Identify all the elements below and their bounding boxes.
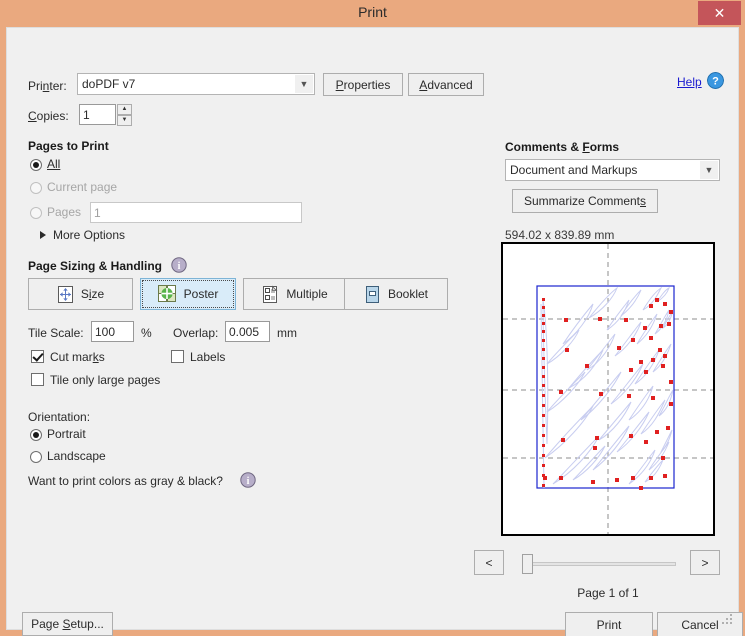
print-button[interactable]: Print bbox=[565, 612, 653, 636]
svg-text:?: ? bbox=[712, 76, 719, 88]
radio-portrait[interactable] bbox=[30, 429, 42, 441]
preview-page-render bbox=[503, 244, 713, 534]
checkbox-tile-only-large-pages[interactable] bbox=[31, 373, 44, 386]
dialog-body: Printer: doPDF v7 ▼ Properties Advanced … bbox=[6, 27, 743, 636]
mode-button-multiple[interactable]: Multiple bbox=[243, 278, 347, 310]
print-dialog: Print ✕ Printer: doPDF v7 ▼ Properties A… bbox=[0, 0, 745, 636]
mode-button-multiple-label: Multiple bbox=[286, 287, 328, 301]
page-sizing-title: Page Sizing & Handling bbox=[28, 259, 163, 273]
page-indicator: Page 1 of 1 bbox=[577, 586, 639, 600]
more-options-link[interactable]: More Options bbox=[53, 228, 125, 242]
properties-button[interactable]: Properties bbox=[323, 73, 403, 96]
resize-grip-icon[interactable] bbox=[722, 614, 733, 625]
overlap-input[interactable]: 0.005 bbox=[225, 321, 270, 342]
advanced-button[interactable]: Advanced bbox=[408, 73, 484, 96]
title-bar: Print ✕ bbox=[0, 0, 745, 27]
poster-tiles-icon bbox=[157, 285, 176, 302]
spinner-up-icon[interactable]: ▲ bbox=[117, 104, 132, 115]
chevron-down-icon: ▼ bbox=[295, 75, 313, 93]
copies-input[interactable]: 1 bbox=[79, 104, 116, 125]
copies-stepper[interactable]: ▲ ▼ bbox=[117, 104, 132, 126]
close-icon[interactable]: ✕ bbox=[698, 1, 741, 25]
page-slider-thumb[interactable] bbox=[522, 554, 533, 574]
printer-select[interactable]: doPDF v7 ▼ bbox=[77, 73, 315, 95]
radio-all[interactable] bbox=[30, 159, 42, 171]
page-slider-track[interactable] bbox=[523, 562, 676, 566]
svg-text:i: i bbox=[247, 476, 250, 487]
mode-button-booklet-label: Booklet bbox=[387, 287, 429, 301]
chevron-down-icon: ▼ bbox=[700, 161, 718, 179]
summarize-comments-button[interactable]: Summarize Comments bbox=[512, 189, 658, 213]
resize-page-icon bbox=[57, 285, 73, 303]
checkbox-cut-marks[interactable] bbox=[31, 350, 44, 363]
radio-landscape[interactable] bbox=[30, 451, 42, 463]
printer-label: Printer: bbox=[28, 79, 67, 93]
pages-to-print-title: Pages to Print bbox=[28, 139, 109, 153]
mode-button-size-label: Size bbox=[80, 287, 105, 301]
checkbox-cut-marks-label: Cut marks bbox=[50, 350, 105, 364]
radio-current-page[interactable] bbox=[30, 182, 42, 194]
copies-label: Copies: bbox=[28, 109, 69, 123]
radio-current-page-label: Current page bbox=[47, 180, 118, 194]
page-setup-button[interactable]: Page Setup... bbox=[22, 612, 113, 636]
checkbox-labels-label: Labels bbox=[190, 350, 226, 364]
spinner-down-icon[interactable]: ▼ bbox=[117, 115, 132, 126]
comments-forms-value: Document and Markups bbox=[510, 163, 638, 177]
mode-button-poster-label: Poster bbox=[183, 287, 219, 301]
mode-button-poster[interactable]: Poster bbox=[140, 278, 236, 310]
overlap-label: Overlap: bbox=[173, 326, 219, 340]
previous-page-button[interactable]: < bbox=[474, 550, 504, 575]
checkbox-tile-only-large-pages-label: Tile only large pages bbox=[50, 373, 161, 387]
gray-black-question: Want to print colors as gray & black? bbox=[28, 474, 223, 488]
preview-dimensions: 594.02 x 839.89 mm bbox=[505, 228, 615, 242]
triangle-right-icon[interactable] bbox=[40, 231, 46, 239]
radio-all-label: All bbox=[47, 157, 61, 171]
radio-pages-label: Pages bbox=[47, 205, 82, 219]
booklet-icon bbox=[365, 285, 379, 303]
info-icon[interactable]: i bbox=[171, 257, 187, 273]
overlap-unit: mm bbox=[277, 326, 297, 340]
printer-select-value: doPDF v7 bbox=[82, 77, 136, 91]
help-link[interactable]: Help bbox=[677, 75, 702, 89]
tile-scale-label: Tile Scale: bbox=[28, 326, 84, 340]
page-title: Print bbox=[358, 4, 387, 20]
orientation-title: Orientation: bbox=[28, 410, 91, 424]
radio-landscape-label: Landscape bbox=[47, 449, 106, 463]
info-icon[interactable]: i bbox=[240, 472, 256, 488]
print-preview bbox=[501, 242, 715, 536]
comments-forms-title: Comments & Forms bbox=[505, 140, 620, 154]
tile-scale-unit: % bbox=[141, 326, 152, 340]
radio-portrait-label: Portrait bbox=[47, 427, 86, 441]
next-page-button[interactable]: > bbox=[690, 550, 720, 575]
help-circle-icon[interactable]: ? bbox=[707, 72, 724, 89]
checkbox-labels[interactable] bbox=[171, 350, 184, 363]
svg-text:i: i bbox=[178, 261, 181, 272]
pages-range-input[interactable]: 1 bbox=[90, 202, 302, 223]
radio-pages[interactable] bbox=[30, 207, 42, 219]
multiple-pages-icon bbox=[263, 285, 278, 303]
tile-scale-input[interactable]: 100 bbox=[91, 321, 134, 342]
mode-button-size[interactable]: Size bbox=[28, 278, 133, 310]
mode-button-booklet[interactable]: Booklet bbox=[344, 278, 448, 310]
comments-forms-select[interactable]: Document and Markups ▼ bbox=[505, 159, 720, 181]
